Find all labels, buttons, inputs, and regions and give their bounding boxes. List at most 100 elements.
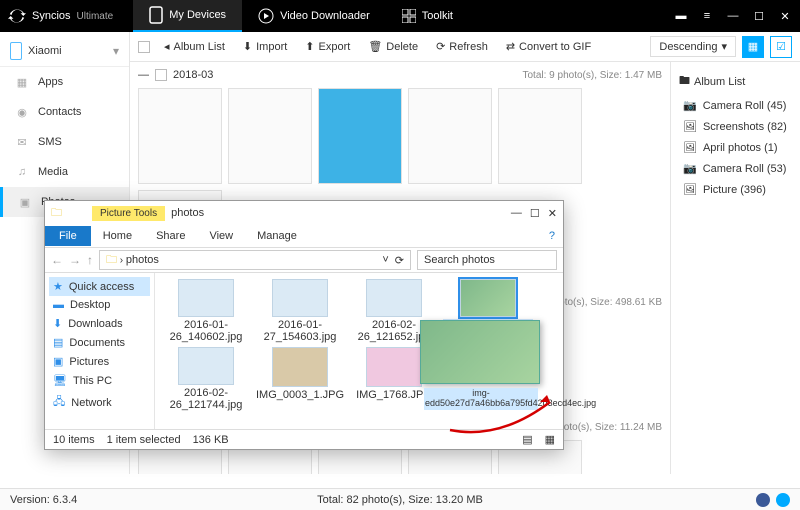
maximize-button[interactable]: ☐ — [752, 9, 766, 23]
version-label: Version: 6.3.4 — [10, 494, 77, 506]
album-item[interactable]: 📷Camera Roll (45) — [677, 95, 794, 116]
group-checkbox[interactable] — [155, 69, 167, 81]
menu-home[interactable]: Home — [91, 226, 144, 246]
window-title: photos — [171, 207, 204, 219]
file-thumb — [460, 279, 516, 317]
refresh-icon[interactable]: ⟳ — [395, 254, 404, 267]
tab-toolkit[interactable]: Toolkit — [386, 0, 469, 32]
convert-gif-button[interactable]: ⇄Convert to GIF — [498, 36, 599, 57]
album-sidebar: 🖿Album List 📷Camera Roll (45) 🖼Screensho… — [670, 62, 800, 474]
file-thumb — [178, 279, 234, 317]
delete-button[interactable]: 🗑Delete — [360, 36, 426, 57]
photo-thumb[interactable] — [318, 88, 402, 184]
maximize-button[interactable]: ☐ — [530, 207, 540, 220]
camera-icon: 📷 — [683, 162, 697, 175]
file-thumb — [178, 347, 234, 385]
menu-view[interactable]: View — [197, 226, 245, 246]
explorer-sidebar: ★Quick access ▬Desktop ⬇Downloads ▤Docum… — [45, 273, 155, 429]
path-input[interactable]: 🗀 › photos˅⟳ — [99, 250, 411, 270]
folder-icon: 🗀 — [106, 251, 117, 270]
close-button[interactable]: ✕ — [548, 207, 557, 220]
search-input[interactable]: Search photos — [417, 250, 557, 270]
group-header[interactable]: — 2018-03 Total: 9 photo(s), Size: 1.47 … — [138, 66, 662, 84]
photo-thumb[interactable] — [228, 88, 312, 184]
sort-dropdown[interactable]: Descending▾ — [650, 36, 736, 57]
sidebar-network[interactable]: 🖧Network — [49, 390, 150, 415]
export-button[interactable]: ⬆Export — [297, 36, 358, 57]
view-large-icon[interactable]: ▦ — [545, 433, 555, 446]
explorer-ribbon: File Home Share View Manage ? — [45, 225, 563, 247]
nav-sms[interactable]: ✉SMS — [0, 127, 129, 157]
tab-video-downloader[interactable]: Video Downloader — [242, 0, 386, 32]
help-icon[interactable]: ? — [549, 230, 555, 242]
nav-media[interactable]: ♫Media — [0, 157, 129, 187]
image-icon: 🖼 — [683, 120, 697, 133]
sidebar-documents[interactable]: ▤Documents — [49, 333, 150, 352]
drag-ghost — [420, 320, 540, 384]
tab-my-devices[interactable]: My Devices — [133, 0, 242, 32]
item-count: 10 items — [53, 434, 95, 446]
explorer-status-bar: 10 items 1 item selected 136 KB ▤ ▦ — [45, 429, 563, 449]
view-check-button[interactable]: ☑ — [770, 36, 792, 58]
document-icon: ▤ — [53, 336, 63, 349]
view-details-icon[interactable]: ▤ — [522, 433, 532, 446]
nav-apps[interactable]: ▦Apps — [0, 67, 129, 97]
menu-icon[interactable]: ≡ — [700, 9, 714, 23]
explorer-titlebar[interactable]: 🗀 Picture Tools photos — ☐ ✕ — [45, 201, 563, 225]
chat-icon[interactable]: ▬ — [674, 9, 688, 23]
photo-toolbar: ◂Album List ⬇Import ⬆Export 🗑Delete ⟳Ref… — [130, 32, 800, 62]
import-button[interactable]: ⬇Import — [235, 36, 295, 57]
facebook-icon[interactable] — [756, 493, 770, 507]
sidebar-this-pc[interactable]: 🖥This PC — [49, 371, 150, 390]
view-grid-button[interactable]: ▦ — [742, 36, 764, 58]
pc-icon: 🖥 — [53, 374, 67, 387]
album-item[interactable]: 🖼Screenshots (82) — [677, 116, 794, 137]
sync-icon — [8, 7, 26, 25]
close-button[interactable]: ✕ — [778, 9, 792, 23]
album-item[interactable]: 📷Camera Roll (53) — [677, 158, 794, 179]
window-controls: ▬ ≡ — ☐ ✕ — [674, 9, 792, 23]
image-icon: 🖼 — [683, 183, 697, 196]
selection-count: 1 item selected — [107, 434, 181, 446]
sidebar-downloads[interactable]: ⬇Downloads — [49, 314, 150, 333]
trash-icon: 🗑 — [368, 40, 382, 53]
sidebar-pictures[interactable]: ▣Pictures — [49, 352, 150, 371]
menu-manage[interactable]: Manage — [245, 226, 309, 246]
app-logo: Syncios Ultimate — [8, 7, 113, 25]
album-sidebar-header: 🖿Album List — [677, 68, 794, 95]
file-item[interactable]: 2016-02-26_121744.jpg — [161, 347, 251, 411]
app-titlebar: Syncios Ultimate My Devices Video Downlo… — [0, 0, 800, 32]
gif-icon: ⇄ — [506, 40, 515, 53]
menu-share[interactable]: Share — [144, 226, 197, 246]
minimize-button[interactable]: — — [511, 207, 522, 220]
refresh-icon: ⟳ — [436, 40, 445, 53]
twitter-icon[interactable] — [776, 493, 790, 507]
desktop-icon: ▬ — [53, 299, 64, 311]
photo-thumb[interactable] — [138, 88, 222, 184]
select-all-checkbox[interactable] — [138, 41, 150, 53]
photo-thumb[interactable] — [408, 88, 492, 184]
phone-icon — [149, 6, 163, 24]
nav-contacts[interactable]: ◉Contacts — [0, 97, 129, 127]
nav-back-button[interactable]: ← — [51, 253, 63, 267]
file-item[interactable]: IMG_0003_1.JPG — [255, 347, 345, 411]
album-item[interactable]: 🖼April photos (1) — [677, 137, 794, 158]
context-tab[interactable]: Picture Tools — [92, 206, 165, 221]
album-list-button[interactable]: ◂Album List — [156, 36, 233, 57]
file-menu[interactable]: File — [45, 226, 91, 246]
image-icon: 🖼 — [683, 141, 697, 154]
nav-forward-button[interactable]: → — [69, 253, 81, 267]
download-icon: ⬇ — [53, 317, 62, 330]
device-selector[interactable]: Xiaomi ▾ — [0, 36, 129, 67]
file-item[interactable]: 2016-01-27_154603.jpg — [255, 279, 345, 343]
photo-thumb[interactable] — [498, 88, 582, 184]
refresh-button[interactable]: ⟳Refresh — [428, 36, 496, 57]
sidebar-desktop[interactable]: ▬Desktop — [49, 296, 150, 314]
nav-up-button[interactable]: ↑ — [87, 253, 93, 267]
folder-icon: 🗀 — [51, 204, 62, 223]
minimize-button[interactable]: — — [726, 9, 740, 23]
sidebar-quick-access[interactable]: ★Quick access — [49, 277, 150, 296]
chevron-down-icon[interactable]: ˅ — [382, 254, 388, 266]
file-item[interactable]: 2016-01-26_140602.jpg — [161, 279, 251, 343]
album-item[interactable]: 🖼Picture (396) — [677, 179, 794, 200]
